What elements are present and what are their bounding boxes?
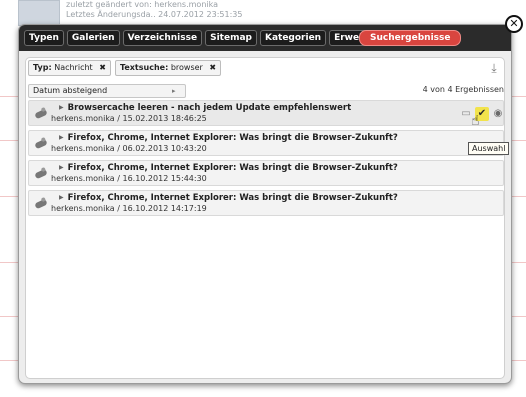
hand-cursor-icon: ☝: [471, 113, 480, 129]
result-title[interactable]: ▶ Browsercache leeren - nach jedem Update…: [59, 103, 351, 113]
filter-key: Textsuche:: [119, 63, 169, 72]
tab-typen[interactable]: Typen: [24, 30, 64, 46]
download-icon[interactable]: ⤓: [487, 60, 501, 76]
tab-list: Typen Galerien Verzeichnisse Sitemap Kat…: [24, 30, 462, 46]
sort-dropdown[interactable]: Datum absteigend ▸: [28, 84, 186, 98]
message-icon: [34, 108, 48, 120]
background-meta-line: Letztes Änderungsda.. 24.07.2012 23:51:3…: [66, 10, 243, 19]
dialog-tab-bar: Typen Galerien Verzeichnisse Sitemap Kat…: [19, 25, 511, 51]
result-title[interactable]: ▶ Firefox, Chrome, Internet Explorer: Was…: [59, 133, 398, 143]
tab-sitemap[interactable]: Sitemap: [205, 30, 257, 46]
result-item[interactable]: ▶ Browsercache leeren - nach jedem Update…: [28, 100, 505, 129]
result-title-text: Firefox, Chrome, Internet Explorer: Was …: [67, 163, 398, 173]
filter-value: browser: [170, 63, 203, 72]
caret-right-icon: ▶: [59, 164, 64, 171]
tab-suchergebnisse[interactable]: Suchergebnisse: [359, 30, 462, 46]
result-item[interactable]: ▶ Firefox, Chrome, Internet Explorer: Was…: [28, 190, 504, 216]
result-title-text: Firefox, Chrome, Internet Explorer: Was …: [67, 133, 398, 143]
filter-chip-text[interactable]: Textsuche: browser ✖: [114, 60, 222, 76]
tab-kategorien[interactable]: Kategorien: [259, 30, 327, 46]
active-filters: Typ: Nachricht ✖ Textsuche: browser ✖: [28, 60, 222, 76]
result-actions: ▭ ✔ ◉: [459, 107, 505, 121]
result-list: ▶ Browsercache leeren - nach jedem Update…: [28, 100, 504, 220]
caret-right-icon: ▶: [59, 104, 64, 111]
result-title[interactable]: ▶ Firefox, Chrome, Internet Explorer: Was…: [59, 193, 398, 203]
chevron-right-icon: ▸: [172, 87, 176, 95]
filter-key: Typ:: [33, 63, 52, 72]
sort-label: Datum absteigend: [33, 86, 108, 95]
message-icon: [34, 168, 48, 180]
search-dialog: Typen Galerien Verzeichnisse Sitemap Kat…: [18, 24, 512, 384]
background-meta: zuletzt geändert von: herkens.monika Let…: [66, 0, 326, 20]
result-title-text: Browsercache leeren - nach jedem Update …: [67, 103, 352, 113]
caret-right-icon: ▶: [59, 134, 64, 141]
result-meta: herkens.monika / 16.10.2012 15:44:30: [51, 174, 207, 183]
result-item[interactable]: ▶ Firefox, Chrome, Internet Explorer: Was…: [28, 130, 504, 156]
result-item[interactable]: ▶ Firefox, Chrome, Internet Explorer: Was…: [28, 160, 504, 186]
result-title[interactable]: ▶ Firefox, Chrome, Internet Explorer: Was…: [59, 163, 398, 173]
result-title-text: Firefox, Chrome, Internet Explorer: Was …: [67, 193, 398, 203]
result-count: 4 von 4 Ergebnissen: [422, 85, 504, 94]
view-icon[interactable]: ◉: [491, 107, 505, 121]
result-meta: herkens.monika / 15.02.2013 18:46:25: [51, 114, 207, 123]
background-thumbnail: [18, 0, 60, 26]
filter-chip-type[interactable]: Typ: Nachricht ✖: [28, 60, 111, 76]
close-icon[interactable]: ✕: [505, 15, 523, 33]
results-panel: Typ: Nachricht ✖ Textsuche: browser ✖ ⤓ …: [25, 57, 510, 379]
filter-value: Nachricht: [54, 63, 93, 72]
remove-filter-icon[interactable]: ✖: [209, 63, 216, 72]
tab-galerien[interactable]: Galerien: [66, 30, 120, 46]
message-icon: [34, 138, 48, 150]
remove-filter-icon[interactable]: ✖: [99, 63, 106, 72]
result-meta: herkens.monika / 06.02.2013 10:43:20: [51, 144, 207, 153]
tooltip: Auswahl: [468, 142, 510, 155]
tab-verzeichnisse[interactable]: Verzeichnisse: [122, 30, 203, 46]
background-meta-line: zuletzt geändert von: herkens.monika: [66, 0, 219, 9]
message-icon: [34, 198, 48, 210]
result-meta: herkens.monika / 16.10.2012 14:17:19: [51, 204, 207, 213]
caret-right-icon: ▶: [59, 194, 64, 201]
